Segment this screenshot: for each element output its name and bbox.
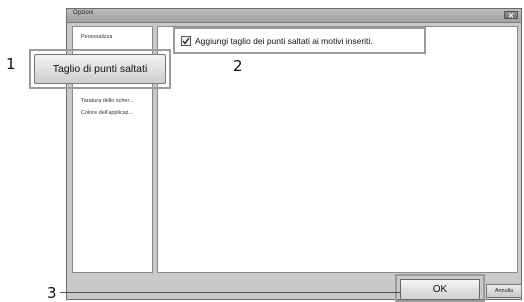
- skip-stitch-checkbox-row[interactable]: Aggiungi taglio dei punti saltati ai mot…: [178, 31, 422, 50]
- title-bar: Opzioni: [67, 9, 521, 23]
- check-icon: [182, 37, 190, 45]
- skip-stitch-trim-button[interactable]: Taglio di punti saltati: [34, 54, 166, 84]
- settings-panel: [157, 26, 518, 273]
- callout-2: 2: [233, 57, 243, 75]
- close-button[interactable]: [504, 11, 518, 19]
- callout-1: 1: [6, 55, 16, 73]
- checkbox-label: Aggiungi taglio dei punti saltati ai mot…: [195, 35, 373, 46]
- sidebar-item-taratura[interactable]: Taratura dello scher...: [81, 98, 134, 104]
- sidebar-item-colore[interactable]: Colore dell'applicaz...: [81, 110, 133, 116]
- skip-stitch-checkbox[interactable]: [181, 35, 191, 46]
- cancel-button[interactable]: Annulla: [486, 284, 522, 298]
- ok-button[interactable]: OK: [400, 279, 480, 300]
- dialog-title: Opzioni: [73, 10, 94, 16]
- callout-3-leader-line: [60, 292, 400, 293]
- sidebar-item-personalizza[interactable]: Personalizza: [81, 34, 113, 40]
- close-icon: [508, 12, 514, 18]
- callout-3: 3: [47, 284, 57, 302]
